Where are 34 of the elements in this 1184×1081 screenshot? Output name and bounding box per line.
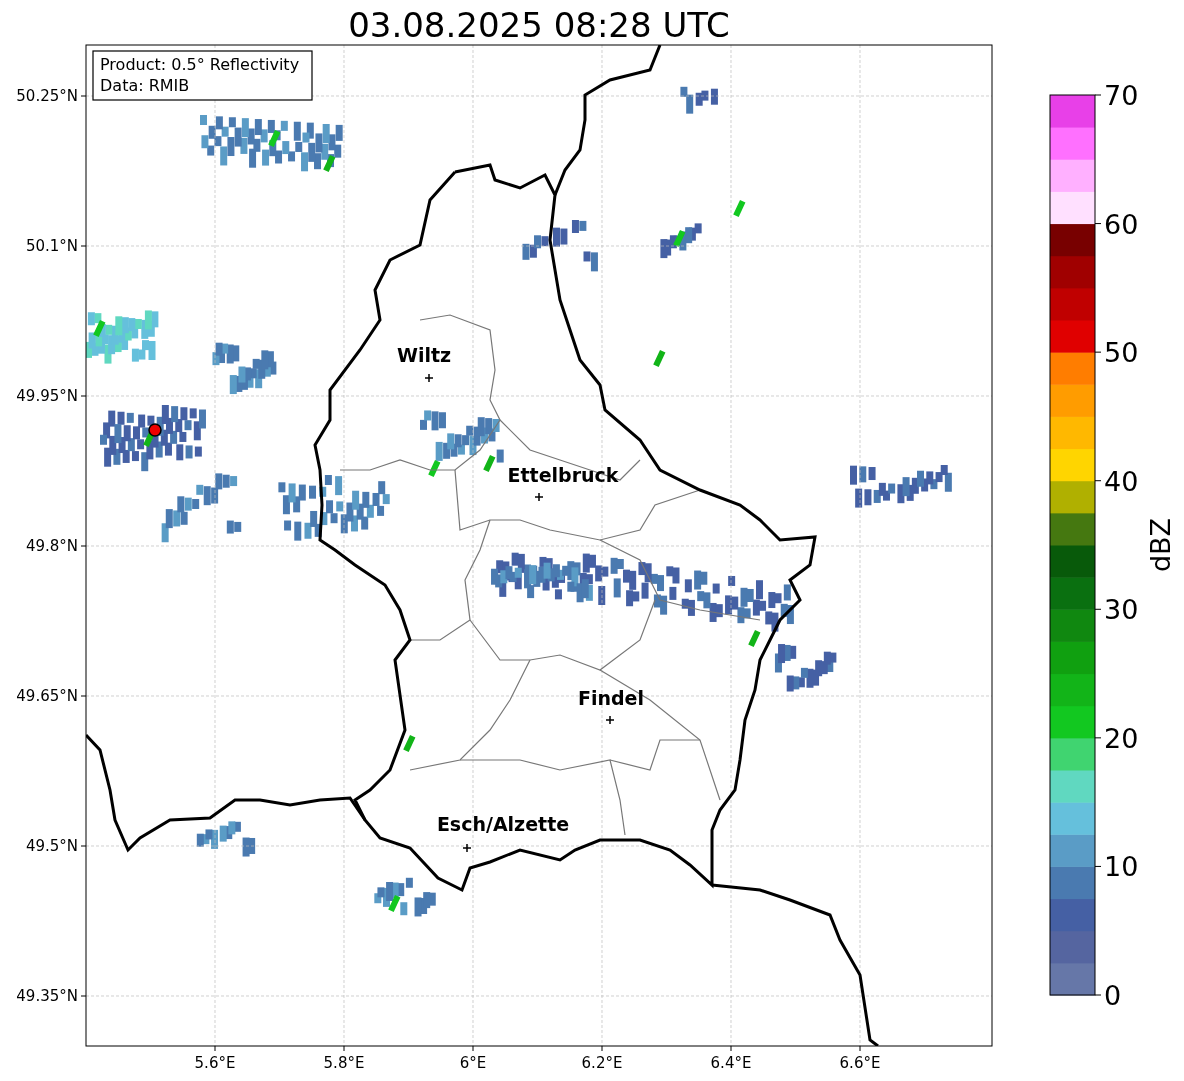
colorbar-label: dBZ [1145, 517, 1176, 573]
info-text: Product: 0.5° Reflectivity [100, 55, 300, 74]
colorbar-tick-label: 30 [1104, 594, 1139, 626]
colorbar-tick-label: 40 [1104, 465, 1139, 497]
axis-tick-label: 5.6°E [194, 1054, 236, 1072]
colorbar-tick-label: 50 [1104, 337, 1139, 369]
city-label: Findel [578, 687, 644, 709]
city-marker [605, 715, 615, 725]
city-label: Ettelbruck [507, 464, 619, 486]
axis-tick-label: 6.6°E [839, 1054, 881, 1072]
colorbar-tick-label: 70 [1104, 80, 1139, 111]
city-marker [424, 373, 434, 383]
colorbar-tick-label: 10 [1104, 851, 1139, 883]
axis-tick-label: 5.8°E [323, 1054, 365, 1072]
colorbar-tick-label: 20 [1104, 722, 1139, 754]
chart-title: 03.08.2025 08:28 UTC [348, 5, 730, 45]
axis-tick-label: 6.4°E [710, 1054, 752, 1072]
colorbar-tick-label: 60 [1104, 208, 1139, 240]
city-marker [462, 843, 472, 853]
axis-tick-label: 49.8°N [25, 537, 78, 555]
axis-tick-label: 50.25°N [16, 87, 78, 105]
axis-tick-label: 6°E [459, 1054, 487, 1072]
city-label: Wiltz [396, 344, 452, 366]
axis-tick-label: 6.2°E [581, 1054, 623, 1072]
city-label: Esch/Alzette [436, 813, 570, 835]
axis-tick-label: 49.5°N [25, 837, 78, 855]
axis-tick-label: 49.65°N [16, 687, 78, 705]
radar-site-marker [148, 423, 162, 437]
axis-tick-label: 49.95°N [16, 387, 78, 405]
city-marker [534, 492, 544, 502]
colorbar-tick-label: 0 [1104, 980, 1122, 1011]
axis-tick-label: 50.1°N [25, 237, 78, 255]
info-text: Data: RMIB [100, 76, 190, 95]
axis-tick-label: 49.35°N [16, 987, 78, 1005]
